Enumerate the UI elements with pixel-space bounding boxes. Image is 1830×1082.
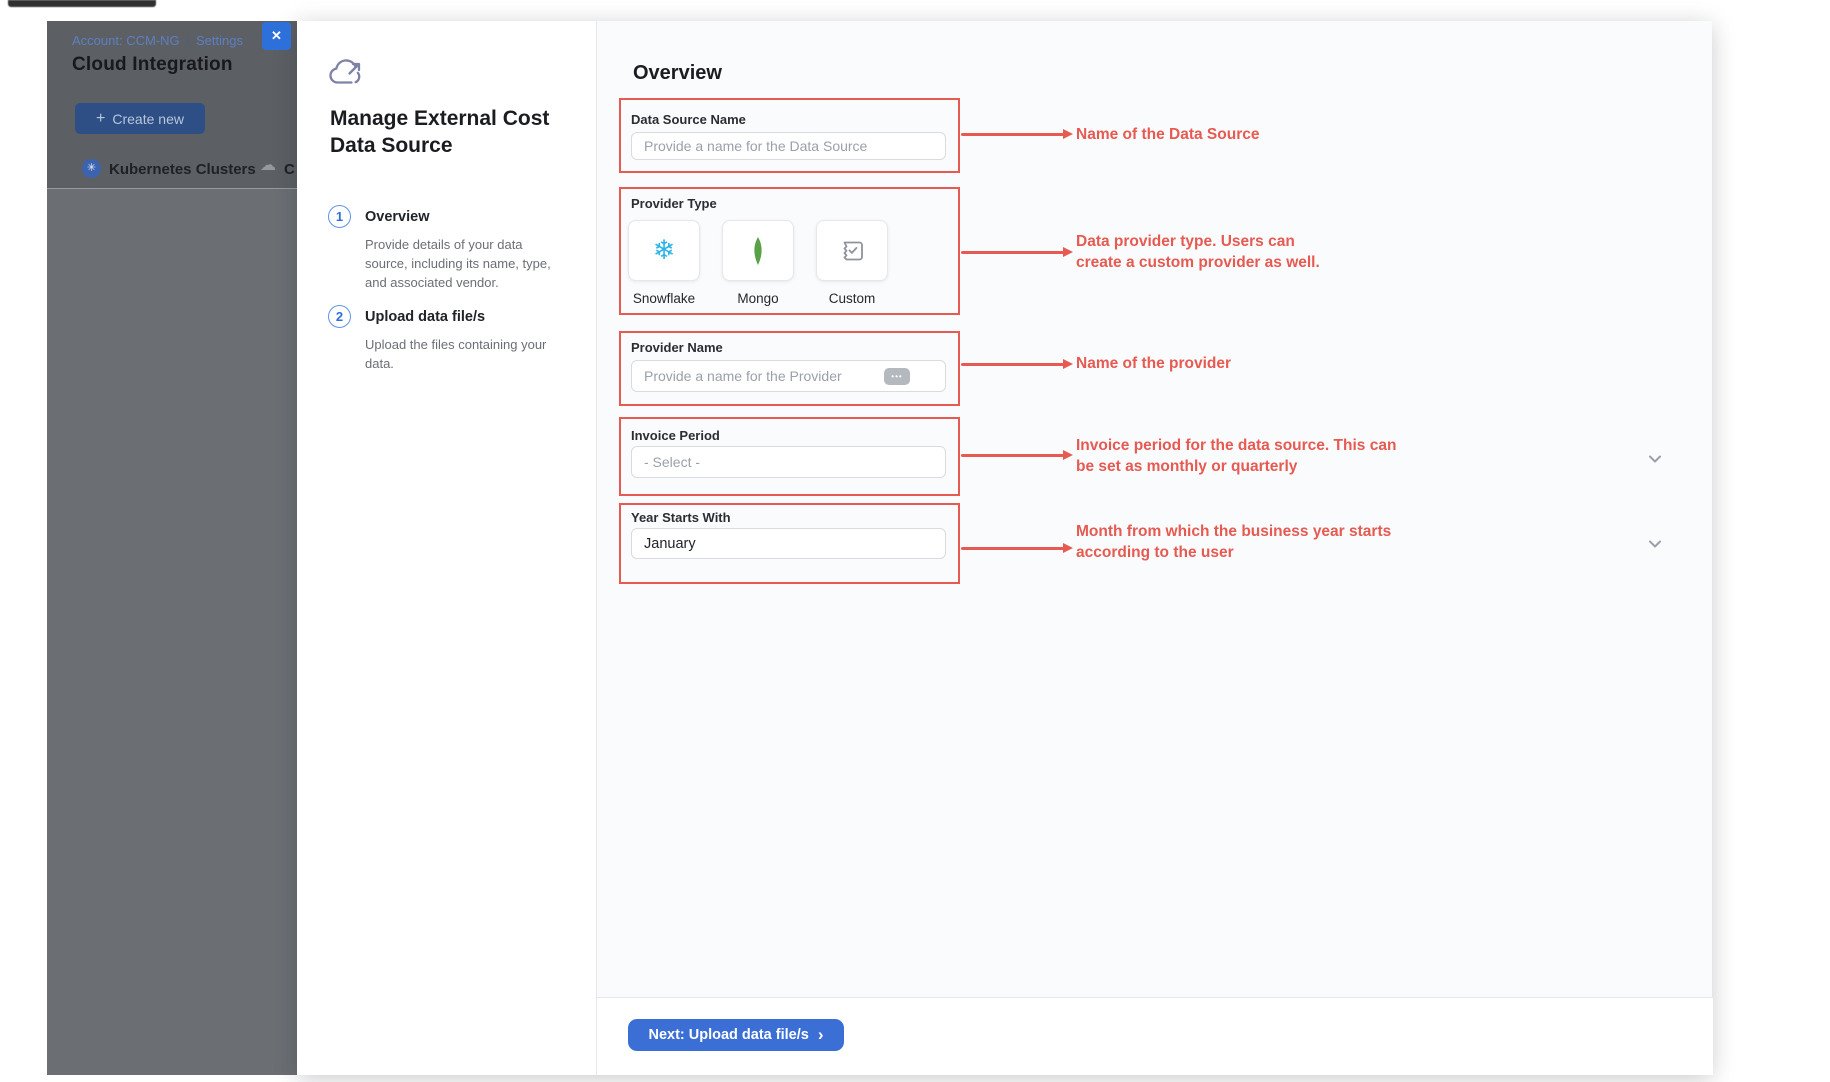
close-icon: ✕ <box>271 28 282 44</box>
tab-kubernetes-clusters[interactable]: Kubernetes Clusters <box>109 161 256 178</box>
cloud-icon: ☁ <box>260 158 276 174</box>
tab-cloud-partial-label[interactable]: C <box>284 161 295 178</box>
step-1-indicator[interactable]: 1 <box>328 205 351 228</box>
next-button[interactable]: Next: Upload data file/s › <box>628 1019 844 1051</box>
kubernetes-icon: ✳ <box>82 159 101 178</box>
invoice-period-label: Invoice Period <box>631 428 720 443</box>
plus-icon: + <box>96 111 105 127</box>
step-1-number: 1 <box>336 209 343 224</box>
page-title: Cloud Integration <box>72 54 233 76</box>
step-1-title[interactable]: Overview <box>365 209 430 225</box>
chevron-right-icon: › <box>818 1026 824 1043</box>
step-2-number: 2 <box>336 309 343 324</box>
provider-name-label: Provider Name <box>631 340 723 355</box>
wizard-title: Manage External Cost Data Source <box>330 105 575 159</box>
provider-label-custom: Custom <box>816 291 888 306</box>
year-starts-with-value: January <box>644 536 696 552</box>
data-source-name-label: Data Source Name <box>631 112 746 127</box>
step-2-title[interactable]: Upload data file/s <box>365 309 485 325</box>
close-button[interactable]: ✕ <box>262 22 291 50</box>
invoice-period-select[interactable]: - Select - <box>631 446 946 478</box>
wizard-panel: Manage External Cost Data Source 1 Overv… <box>297 21 596 1075</box>
breadcrumb-account[interactable]: Account: CCM-NG <box>72 33 180 48</box>
mongo-leaf-icon <box>751 237 765 265</box>
screen: Account: CCM-NG › Settings Cloud Integrati… <box>0 0 1830 1082</box>
snowflake-icon: ❄ <box>653 237 676 264</box>
provider-label-snowflake: Snowflake <box>628 291 700 306</box>
kubernetes-glyph: ✳ <box>87 163 96 174</box>
custom-provider-icon <box>838 238 866 264</box>
more-options-icon[interactable]: ••• <box>884 368 910 385</box>
chevron-down-icon[interactable] <box>1647 537 1663 551</box>
dimmed-content-area <box>47 188 297 1075</box>
step-2-description: Upload the files containing your data. <box>365 335 567 373</box>
invoice-period-value: - Select - <box>644 454 700 470</box>
step-1-description: Provide details of your data source, inc… <box>365 235 567 292</box>
breadcrumb: Account: CCM-NG › Settings <box>72 33 243 48</box>
dimmed-background-page: Account: CCM-NG › Settings Cloud Integrati… <box>47 21 297 1075</box>
breadcrumb-separator-icon: › <box>186 33 190 48</box>
upload-cloud-icon <box>327 57 365 89</box>
tab-row: ✳ Kubernetes Clusters ☁ C <box>47 151 297 188</box>
provider-card-mongo[interactable] <box>722 220 794 281</box>
form-panel: Overview Data Source Name Provider Type … <box>596 21 1712 1075</box>
next-button-label: Next: Upload data file/s <box>648 1027 808 1043</box>
provider-label-mongo: Mongo <box>722 291 794 306</box>
breadcrumb-settings[interactable]: Settings <box>196 33 243 48</box>
data-source-name-input[interactable] <box>631 132 946 160</box>
provider-card-snowflake[interactable]: ❄ <box>628 220 700 281</box>
create-new-label: Create new <box>112 111 184 127</box>
provider-type-label: Provider Type <box>631 196 717 211</box>
form-heading: Overview <box>633 62 722 85</box>
create-new-button[interactable]: + Create new <box>75 103 205 134</box>
year-starts-with-select[interactable]: January <box>631 528 946 559</box>
window-artifact-bar <box>8 0 156 7</box>
year-starts-with-label: Year Starts With <box>631 510 731 525</box>
chevron-down-icon[interactable] <box>1647 452 1663 466</box>
step-2-indicator[interactable]: 2 <box>328 305 351 328</box>
provider-card-custom[interactable] <box>816 220 888 281</box>
